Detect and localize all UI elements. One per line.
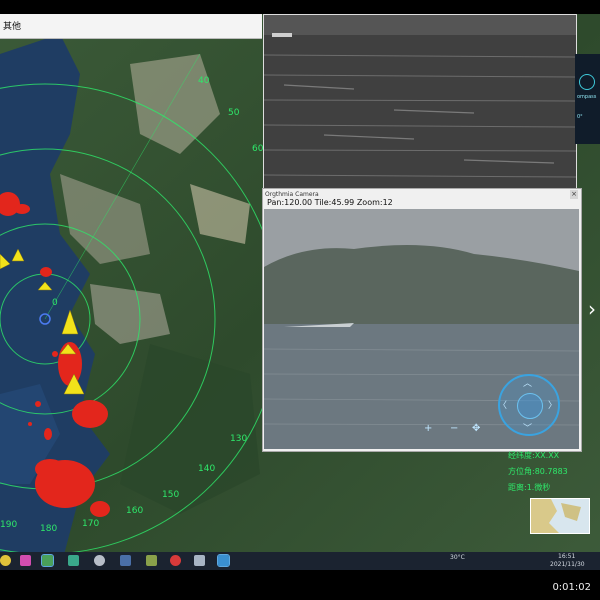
target-distance: 距离:1.微秒 [508,483,551,492]
range-label: 50 [228,108,240,118]
settings-icon[interactable] [94,555,105,566]
zoom-out-button[interactable]: − [450,423,458,434]
chrome-icon[interactable] [0,555,11,566]
compass-value: 0° [577,114,583,120]
camera-video[interactable]: ︿ ﹀ 〈 〉 + − ✥ [264,209,579,449]
weather-temp[interactable]: 30°C [450,554,465,561]
ptz-control[interactable]: ︿ ﹀ 〈 〉 [498,374,560,436]
compass-label: ompass [577,94,597,100]
range-label: 150 [162,490,180,500]
radar-echoes [0,192,110,517]
ptz-readout: Pan:120.00 Tile:45.99 Zoom:12 [267,198,393,207]
window-title: Orgthmia Camera [265,191,319,198]
camera-window[interactable]: Orgthmia Camera × Pan:120.00 Tile:45.99 … [262,188,582,452]
pen-icon[interactable] [20,555,31,566]
range-label: 170 [82,519,100,529]
right-panel: ompass 0° [575,54,600,144]
thermal-image [263,15,577,189]
menu-bar: 其他 [0,14,262,39]
ptz-up-button[interactable]: ︿ [523,376,532,389]
target-label: 0 [52,298,58,308]
folder-icon[interactable] [146,555,157,566]
clock-time[interactable]: 16:51 [558,553,575,560]
move-icon[interactable]: ✥ [472,423,480,434]
range-label: 130 [230,434,248,444]
range-label: 60 [252,144,264,154]
zoom-in-button[interactable]: + [424,423,432,434]
thermal-camera-feed[interactable] [263,14,577,190]
range-label: 40 [198,76,210,86]
clock-date[interactable]: 2021/11/30 [550,561,585,568]
minimap[interactable] [530,498,590,534]
camera-app-icon[interactable] [68,555,79,566]
map-app-icon[interactable] [41,554,54,567]
range-label: 180 [40,524,58,534]
video-icon[interactable] [120,555,131,566]
range-label: 190 [0,520,18,530]
signal-app-icon[interactable] [217,554,230,567]
record-icon[interactable] [170,555,181,566]
files-icon[interactable] [194,555,205,566]
range-label: 140 [198,464,216,474]
target-coords: 经纬度:XX.XX [508,451,560,460]
range-label: 160 [126,506,144,516]
taskbar: 30°C 16:51 2021/11/30 [0,552,600,570]
target-bearing: 方位角:80.7883 [508,467,568,476]
ptz-left-button[interactable]: 〈 [498,398,507,411]
ptz-center[interactable] [517,393,543,419]
close-button[interactable]: × [570,190,578,199]
app-window: 40 50 60 130 140 150 160 170 180 190 0 其… [0,14,600,570]
ptz-down-button[interactable]: ﹀ [523,421,532,434]
video-timer: 0:01:02 [552,582,591,593]
compass-icon[interactable] [579,74,595,90]
menu-item-other[interactable]: 其他 [3,19,21,32]
ptz-right-button[interactable]: 〉 [548,398,557,411]
chevron-right-icon[interactable]: › [588,294,600,324]
